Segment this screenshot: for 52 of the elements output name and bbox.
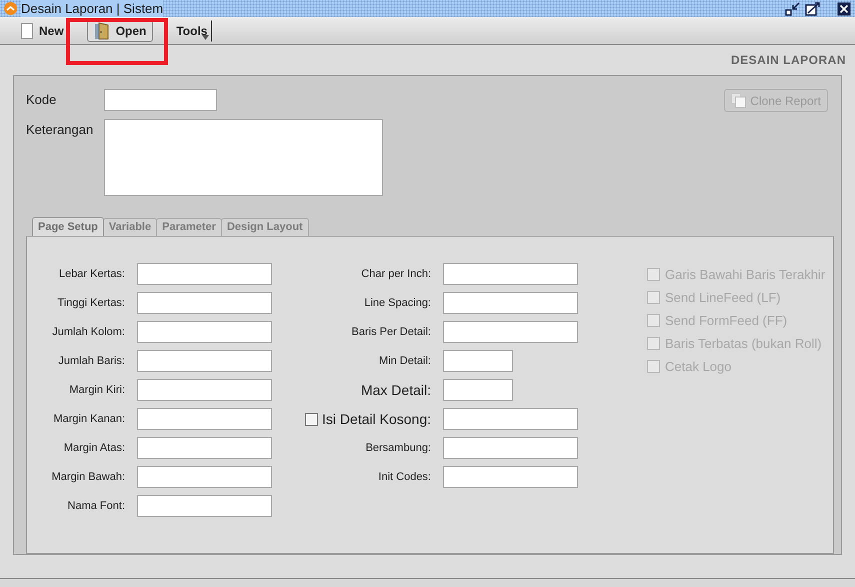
field-label: Tinggi Kertas:	[56, 296, 125, 311]
field-label: Lebar Kertas:	[58, 266, 125, 282]
window-title: Desain Laporan | Sistem	[21, 0, 164, 18]
input-field[interactable]	[443, 408, 578, 430]
input-field[interactable]	[443, 263, 578, 285]
copy-icon	[731, 93, 746, 108]
field-label: Line Spacing:	[364, 296, 431, 311]
field-label: Nama Font:	[66, 498, 125, 514]
maximize-icon[interactable]	[805, 2, 821, 16]
app-logo-icon	[4, 2, 17, 15]
field-label: Baris Per Detail:	[352, 324, 431, 340]
description-field[interactable]	[104, 119, 383, 196]
document-icon	[21, 22, 33, 38]
input-field[interactable]	[137, 408, 272, 430]
field-label: Kode	[25, 91, 58, 109]
input-field[interactable]	[137, 350, 272, 372]
toolbar-button[interactable]: New	[14, 20, 71, 42]
field-label: Bersambung:	[366, 440, 431, 456]
input-field[interactable]	[137, 292, 272, 314]
input-field[interactable]	[137, 437, 272, 459]
field-label: Keterangan	[25, 121, 94, 139]
field-label: Margin Atas:	[62, 440, 125, 456]
field-label: Max Detail:	[360, 380, 431, 400]
input-field[interactable]	[137, 466, 272, 488]
door-icon	[94, 22, 110, 40]
caret-icon	[202, 34, 210, 40]
field-label: Char per Inch:	[361, 266, 431, 282]
field-label: Jumlah Baris:	[57, 354, 125, 369]
page-heading: DESAIN LAPORAN	[730, 52, 846, 69]
input-field[interactable]	[443, 379, 513, 401]
tools-menu[interactable]: Tools	[169, 20, 212, 42]
close-icon[interactable]	[837, 2, 851, 16]
input-field[interactable]	[137, 321, 272, 343]
field-label: Margin Kanan:	[52, 412, 125, 427]
code-field[interactable]	[104, 89, 217, 111]
input-field[interactable]	[137, 263, 272, 285]
input-field[interactable]	[137, 379, 272, 401]
minimize-icon[interactable]	[785, 2, 801, 16]
tab[interactable]: Page Setup	[32, 217, 104, 236]
field-label: Min Detail:	[379, 354, 431, 369]
checkbox[interactable]	[305, 412, 318, 426]
field-label: Margin Kiri:	[68, 382, 125, 398]
input-field[interactable]	[443, 292, 578, 314]
field-label: Jumlah Kolom:	[51, 324, 125, 340]
input-field[interactable]	[443, 466, 578, 488]
input-field[interactable]	[443, 321, 578, 343]
field-label: Margin Bawah:	[50, 470, 125, 485]
field-label: Init Codes:	[378, 470, 431, 485]
input-field[interactable]	[443, 350, 513, 372]
field-label: Isi Detail Kosong:	[322, 410, 431, 429]
input-field[interactable]	[443, 437, 578, 459]
input-field[interactable]	[137, 495, 272, 517]
